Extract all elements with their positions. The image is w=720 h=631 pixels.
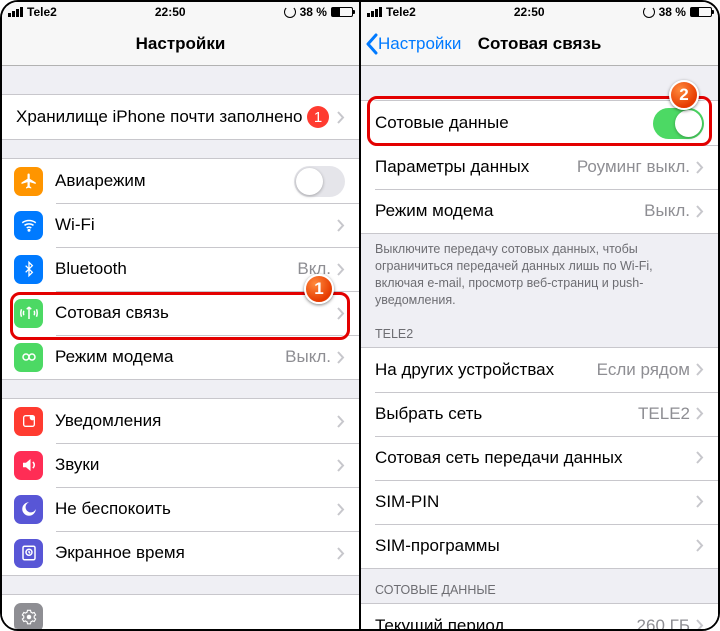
row-label: Режим модема bbox=[55, 347, 285, 367]
nav-bar: Настройки bbox=[2, 22, 359, 66]
row-label: Bluetooth bbox=[55, 259, 297, 279]
cellular-footer: Выключите передачу сотовых данных, чтобы… bbox=[361, 234, 718, 313]
row-сотовые-данные[interactable]: Сотовые данные bbox=[361, 101, 718, 145]
row-wi-fi[interactable]: Wi-Fi bbox=[2, 203, 359, 247]
notifications-icon bbox=[14, 407, 43, 436]
row-detail: Выкл. bbox=[285, 347, 331, 367]
row-авиарежим[interactable]: Авиарежим bbox=[2, 159, 359, 203]
row-label: Wi-Fi bbox=[55, 215, 331, 235]
chevron-right-icon bbox=[696, 619, 704, 629]
row-label: Не беспокоить bbox=[55, 499, 337, 519]
battery-pct: 38 % bbox=[300, 5, 327, 19]
row-label: Сотовая сеть передачи данных bbox=[375, 448, 696, 468]
back-label: Настройки bbox=[378, 34, 461, 54]
battery-pct: 38 % bbox=[659, 5, 686, 19]
row-не-беспокоить[interactable]: Не беспокоить bbox=[2, 487, 359, 531]
row-label: Уведомления bbox=[55, 411, 337, 431]
row-label: Звуки bbox=[55, 455, 337, 475]
sounds-icon bbox=[14, 451, 43, 480]
storage-badge: 1 bbox=[307, 106, 329, 128]
row-label: Авиарежим bbox=[55, 171, 294, 191]
nav-bar: Настройки Сотовая связь bbox=[361, 22, 718, 66]
bluetooth-icon bbox=[14, 255, 43, 284]
row-на-других-устройствах[interactable]: На других устройствахЕсли рядом bbox=[361, 348, 718, 392]
dnd-icon bbox=[14, 495, 43, 524]
row-detail: TELE2 bbox=[638, 404, 690, 424]
chevron-right-icon bbox=[696, 407, 704, 420]
row-сотовая-сеть-передачи-данных[interactable]: Сотовая сеть передачи данных bbox=[361, 436, 718, 480]
row-параметры-данных[interactable]: Параметры данныхРоуминг выкл. bbox=[361, 145, 718, 189]
row-detail: Выкл. bbox=[644, 201, 690, 221]
chevron-right-icon bbox=[337, 351, 345, 364]
hotspot-icon bbox=[14, 343, 43, 372]
back-button[interactable]: Настройки bbox=[365, 33, 461, 55]
storage-warning-label: Хранилище iPhone почти заполнено bbox=[16, 107, 307, 127]
chevron-right-icon bbox=[337, 263, 345, 276]
wifi-icon bbox=[14, 211, 43, 240]
signal-icon bbox=[367, 7, 382, 17]
cellular-icon bbox=[14, 299, 43, 328]
callout-1: 1 bbox=[304, 274, 334, 304]
row-уведомления[interactable]: Уведомления bbox=[2, 399, 359, 443]
row-label: Режим модема bbox=[375, 201, 644, 221]
row-label: Сотовая связь bbox=[55, 303, 331, 323]
chevron-right-icon bbox=[337, 111, 345, 124]
chevron-right-icon bbox=[337, 415, 345, 428]
row-detail: Роуминг выкл. bbox=[577, 157, 690, 177]
chevron-right-icon bbox=[696, 161, 704, 174]
page-title: Сотовая связь bbox=[478, 34, 602, 54]
row-сотовая-связь[interactable]: Сотовая связь bbox=[2, 291, 359, 335]
carrier: Tele2 bbox=[27, 5, 57, 19]
row-текущий-период[interactable]: Текущий период260 ГБ bbox=[361, 604, 718, 630]
status-bar: Tele2 22:50 38 % bbox=[2, 2, 359, 22]
loading-icon bbox=[643, 6, 655, 18]
row-label: На других устройствах bbox=[375, 360, 597, 380]
toggle[interactable] bbox=[294, 166, 345, 197]
row-sim-pin[interactable]: SIM-PIN bbox=[361, 480, 718, 524]
chevron-right-icon bbox=[696, 495, 704, 508]
chevron-right-icon bbox=[696, 205, 704, 218]
row-экранное-время[interactable]: Экранное время bbox=[2, 531, 359, 575]
page-title: Настройки bbox=[136, 34, 226, 54]
callout-2: 2 bbox=[669, 80, 699, 110]
airplane-icon bbox=[14, 167, 43, 196]
row-label: Параметры данных bbox=[375, 157, 577, 177]
carrier: Tele2 bbox=[386, 5, 416, 19]
cellular-data-header: СОТОВЫЕ ДАННЫЕ bbox=[361, 569, 718, 603]
settings-general-row[interactable] bbox=[2, 595, 359, 629]
chevron-right-icon bbox=[696, 539, 704, 552]
chevron-right-icon bbox=[337, 219, 345, 232]
row-detail: Если рядом bbox=[597, 360, 690, 380]
chevron-right-icon bbox=[337, 307, 345, 320]
battery-icon bbox=[690, 7, 712, 17]
row-label: Сотовые данные bbox=[375, 113, 653, 133]
row-звуки[interactable]: Звуки bbox=[2, 443, 359, 487]
row-label: Выбрать сеть bbox=[375, 404, 638, 424]
row-sim-программы[interactable]: SIM-программы bbox=[361, 524, 718, 568]
toggle[interactable] bbox=[653, 108, 704, 139]
chevron-right-icon bbox=[337, 459, 345, 472]
storage-warning-row[interactable]: Хранилище iPhone почти заполнено 1 bbox=[2, 95, 359, 139]
screentime-icon bbox=[14, 539, 43, 568]
signal-icon bbox=[8, 7, 23, 17]
row-label: Текущий период bbox=[375, 616, 637, 630]
chevron-right-icon bbox=[696, 363, 704, 376]
status-bar: Tele2 22:50 38 % bbox=[361, 2, 718, 22]
loading-icon bbox=[284, 6, 296, 18]
battery-icon bbox=[331, 7, 353, 17]
chevron-right-icon bbox=[696, 451, 704, 464]
row-режим-модема[interactable]: Режим модемаВыкл. bbox=[2, 335, 359, 379]
clock: 22:50 bbox=[155, 5, 186, 19]
chevron-right-icon bbox=[337, 547, 345, 560]
clock: 22:50 bbox=[514, 5, 545, 19]
chevron-right-icon bbox=[337, 503, 345, 516]
row-выбрать-сеть[interactable]: Выбрать сетьTELE2 bbox=[361, 392, 718, 436]
row-label: SIM-PIN bbox=[375, 492, 696, 512]
row-label: SIM-программы bbox=[375, 536, 696, 556]
row-label: Экранное время bbox=[55, 543, 337, 563]
row-detail: 260 ГБ bbox=[637, 616, 690, 630]
tele2-header: TELE2 bbox=[361, 313, 718, 347]
gear-icon bbox=[14, 603, 43, 630]
row-режим-модема[interactable]: Режим модемаВыкл. bbox=[361, 189, 718, 233]
